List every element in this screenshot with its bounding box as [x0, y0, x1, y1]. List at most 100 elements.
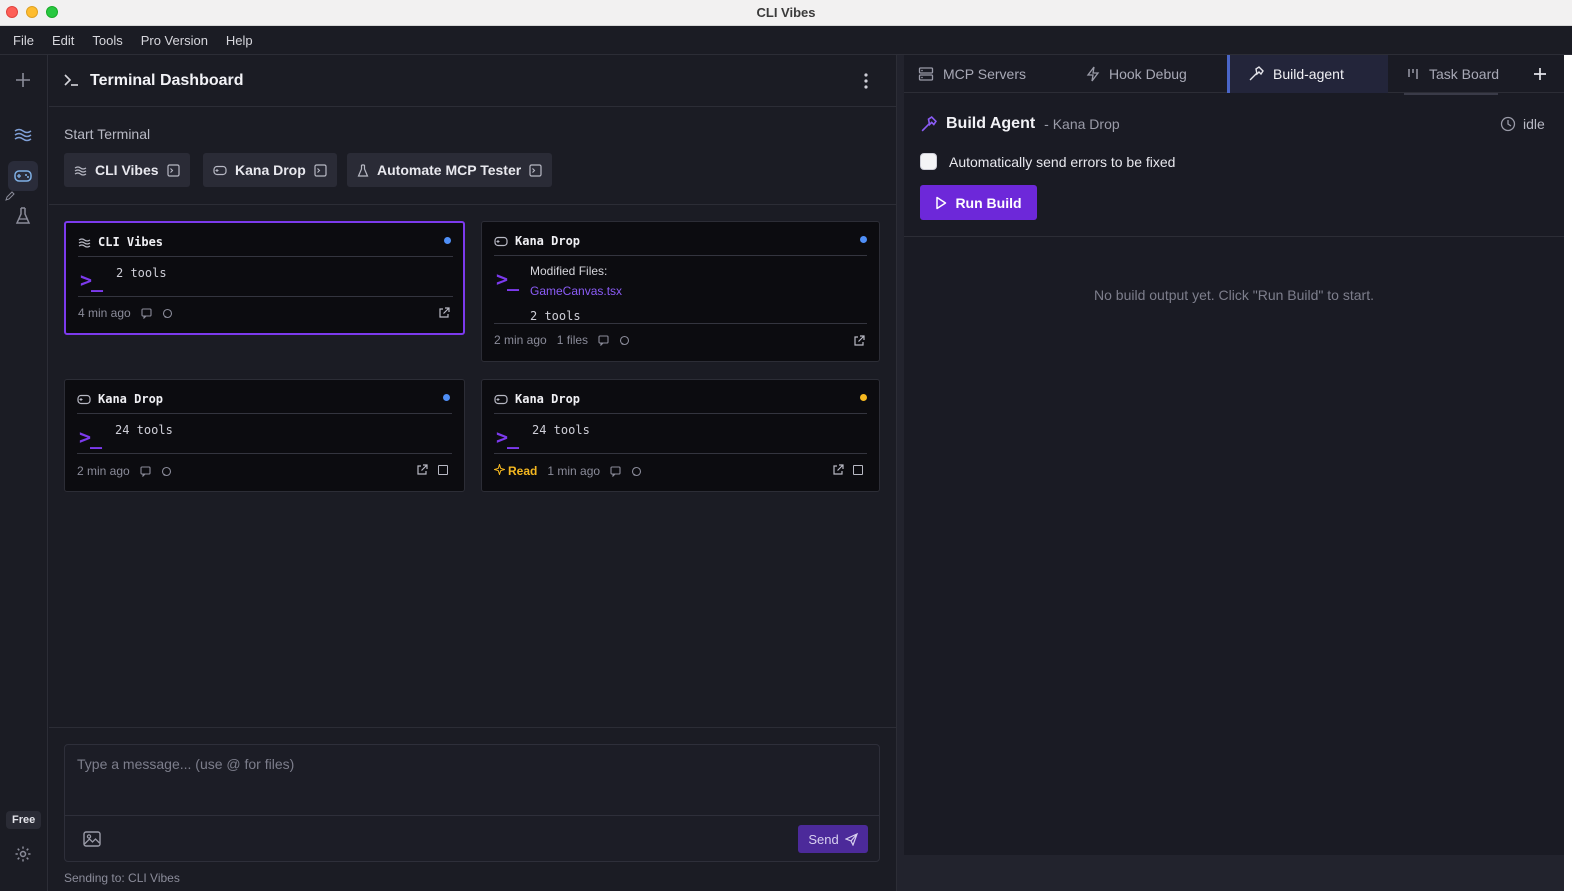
- message-input[interactable]: Type a message... (use @ for files): [77, 756, 294, 772]
- menu-help[interactable]: Help: [217, 33, 262, 48]
- build-agent-panel: MCP Servers Hook Debug Build-agent Task …: [904, 55, 1564, 855]
- activity-badge-text: Read: [508, 464, 538, 478]
- composer-divider: [49, 727, 896, 728]
- open-external-icon[interactable]: [832, 464, 844, 476]
- start-automate-mcp-tester-button[interactable]: Automate MCP Tester: [347, 153, 553, 187]
- plan-badge: Free: [6, 811, 42, 829]
- tab-mcp-servers[interactable]: MCP Servers: [918, 55, 1068, 93]
- gamepad-icon[interactable]: [8, 161, 38, 191]
- waves-icon[interactable]: [8, 120, 38, 150]
- menu-file[interactable]: File: [4, 33, 43, 48]
- start-kana-drop-button[interactable]: Kana Drop: [203, 153, 337, 187]
- right-panel-footer: [904, 855, 1564, 891]
- build-status-text: idle: [1523, 116, 1545, 132]
- chat-bubble-icon[interactable]: [619, 335, 630, 346]
- open-external-icon[interactable]: [416, 464, 428, 476]
- chat-bubble-icon[interactable]: [631, 466, 642, 477]
- more-options-icon[interactable]: [859, 71, 873, 96]
- lightning-icon: [1086, 66, 1100, 82]
- card-title-text: Kana Drop: [98, 392, 164, 406]
- auto-fix-checkbox[interactable]: [920, 153, 937, 170]
- terminal-card[interactable]: CLI Vibes >_ 2 tools 4 min ago: [64, 221, 465, 335]
- attach-image-icon[interactable]: [83, 831, 101, 847]
- section-divider: [904, 236, 1564, 237]
- message-icon[interactable]: [598, 334, 609, 346]
- card-divider: [494, 255, 867, 256]
- card-divider: [494, 413, 867, 414]
- terminal-card[interactable]: Kana Drop >_ 24 tools Read 1 min ago: [481, 379, 880, 492]
- hammer-icon: [920, 115, 937, 133]
- open-external-icon[interactable]: [853, 335, 865, 347]
- section-divider: [49, 204, 896, 205]
- start-cli-vibes-button[interactable]: CLI Vibes: [64, 153, 190, 187]
- terminal-dashboard-panel: Terminal Dashboard Start Terminal CLI Vi…: [49, 55, 896, 891]
- tools-count: 24 tools: [532, 423, 590, 437]
- waves-icon: [78, 237, 91, 248]
- card-divider: [78, 256, 453, 257]
- tab-task-board[interactable]: Task Board: [1406, 55, 1526, 93]
- send-button[interactable]: Send: [798, 825, 868, 853]
- card-title-text: Kana Drop: [515, 234, 581, 248]
- build-output-empty-message: No build output yet. Click "Run Build" t…: [1094, 287, 1374, 303]
- build-agent-title: Build Agent: [946, 115, 1036, 132]
- status-dot: [860, 394, 867, 401]
- server-icon: [918, 66, 934, 82]
- open-external-icon[interactable]: [438, 307, 450, 319]
- run-build-label: Run Build: [955, 194, 1022, 211]
- window-edge: [1564, 55, 1572, 891]
- message-composer: Type a message... (use @ for files) Send: [64, 744, 880, 862]
- card-title-text: Kana Drop: [515, 392, 581, 406]
- card-time: 1 min ago: [547, 464, 601, 478]
- status-dot: [444, 237, 451, 244]
- right-panel-tabs: MCP Servers Hook Debug Build-agent Task …: [904, 55, 1564, 95]
- status-dot: [443, 394, 450, 401]
- flask-icon[interactable]: [8, 201, 38, 231]
- tab-label: Build-agent: [1273, 66, 1344, 82]
- start-button-label: CLI Vibes: [95, 162, 159, 178]
- activity-badge: Read: [492, 462, 538, 478]
- card-title: Kana Drop: [494, 234, 580, 248]
- card-time: 2 min ago: [494, 333, 547, 347]
- terminal-card[interactable]: Kana Drop >_ 24 tools 2 min ago: [64, 379, 465, 492]
- add-tab-icon[interactable]: [1533, 65, 1547, 86]
- message-icon[interactable]: [140, 465, 151, 477]
- add-icon[interactable]: [8, 65, 38, 95]
- menu-edit[interactable]: Edit: [43, 33, 83, 48]
- files-count: 1 files: [556, 333, 589, 347]
- flask-icon: [357, 163, 369, 177]
- terminal-window-icon: [166, 163, 180, 177]
- message-icon[interactable]: [610, 465, 621, 477]
- tab-build-agent[interactable]: Build-agent: [1227, 55, 1388, 93]
- card-time: 4 min ago: [78, 306, 131, 320]
- title-bar: CLI Vibes: [0, 0, 1572, 26]
- terminal-prompt-icon: [63, 73, 79, 90]
- settings-gear-icon[interactable]: [8, 839, 38, 869]
- tools-count: 2 tools: [116, 266, 167, 280]
- card-footer: 2 min ago: [77, 464, 172, 478]
- play-icon: [935, 196, 947, 210]
- card-title: Kana Drop: [77, 392, 163, 406]
- gamepad-icon: [77, 394, 91, 405]
- sending-to-label: Sending to: CLI Vibes: [64, 871, 180, 885]
- tools-count: 24 tools: [115, 423, 173, 437]
- card-title-text: CLI Vibes: [98, 235, 164, 249]
- menu-tools[interactable]: Tools: [83, 33, 131, 48]
- terminal-prompt-icon: >_: [80, 268, 103, 292]
- status-dot: [860, 236, 867, 243]
- composer-divider: [65, 815, 879, 816]
- terminal-card[interactable]: Kana Drop >_ Modified Files: GameCanvas.…: [481, 221, 880, 362]
- tabs-scrollbar[interactable]: [1404, 93, 1498, 95]
- stop-square-icon[interactable]: [853, 465, 863, 475]
- chat-bubble-icon[interactable]: [161, 466, 172, 477]
- gamepad-icon: [213, 165, 227, 176]
- chat-bubble-icon[interactable]: [162, 308, 173, 319]
- run-build-button[interactable]: Run Build: [920, 185, 1037, 220]
- modified-file-link[interactable]: GameCanvas.tsx: [530, 284, 622, 298]
- tab-hook-debug[interactable]: Hook Debug: [1086, 55, 1226, 93]
- message-icon[interactable]: [141, 307, 152, 319]
- stop-square-icon[interactable]: [438, 465, 448, 475]
- menu-pro-version[interactable]: Pro Version: [132, 33, 217, 48]
- panel-splitter[interactable]: [896, 55, 904, 891]
- card-divider: [77, 413, 452, 414]
- auto-fix-label: Automatically send errors to be fixed: [949, 153, 1176, 170]
